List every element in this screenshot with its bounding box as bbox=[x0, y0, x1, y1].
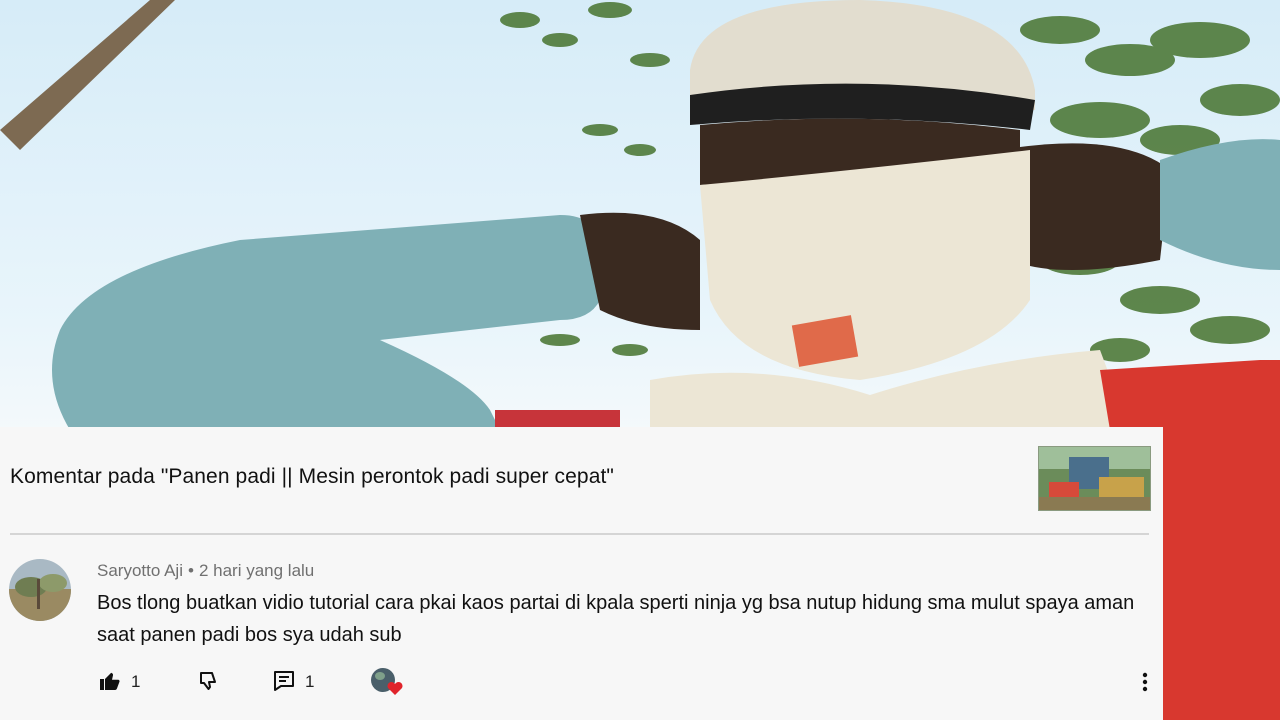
comment-author[interactable]: Saryotto Aji bbox=[97, 561, 183, 580]
avatar[interactable] bbox=[9, 559, 71, 621]
comment-time: 2 hari yang lalu bbox=[198, 561, 315, 580]
thumbs-up-icon[interactable] bbox=[98, 669, 122, 693]
comment-card-header: Komentar pada "Panen padi || Mesin peron… bbox=[0, 427, 1163, 534]
reply-count: 1 bbox=[305, 672, 315, 691]
header-divider bbox=[10, 533, 1149, 535]
comment-panel-title: Komentar pada "Panen padi || Mesin peron… bbox=[10, 465, 614, 488]
reply-comment-icon[interactable] bbox=[272, 669, 296, 693]
thumbs-down-icon[interactable] bbox=[197, 669, 221, 693]
creator-heart-icon bbox=[370, 667, 404, 697]
video-thumbnail-icon[interactable] bbox=[1038, 446, 1151, 511]
more-vert-icon[interactable] bbox=[1134, 669, 1156, 695]
comment-meta: Saryotto Aji • 2 hari yang lalu bbox=[97, 561, 314, 581]
like-count: 1 bbox=[131, 672, 141, 691]
comment-card: Komentar pada "Panen padi || Mesin peron… bbox=[0, 427, 1163, 720]
comment-text: Bos tlong buatkan vidio tutorial cara pk… bbox=[97, 592, 1135, 646]
meta-separator: • bbox=[188, 561, 194, 580]
comment-actions: 1 1 bbox=[0, 663, 1163, 703]
